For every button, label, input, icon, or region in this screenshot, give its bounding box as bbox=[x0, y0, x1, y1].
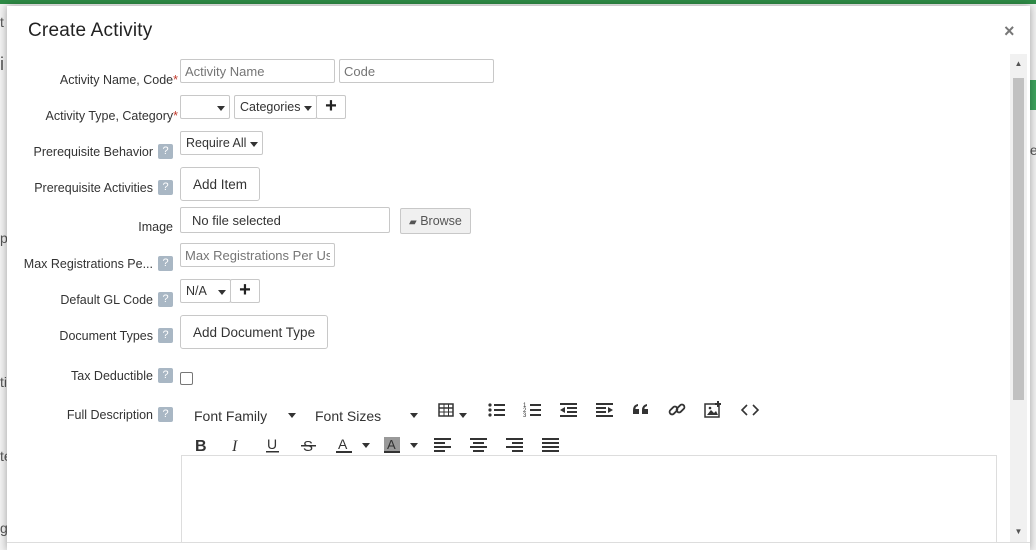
prereq-behavior-select[interactable]: Require All bbox=[180, 131, 263, 155]
gl-code-label: Default GL Code bbox=[60, 293, 153, 307]
chevron-down-icon bbox=[410, 413, 418, 418]
outdent-icon[interactable] bbox=[559, 400, 579, 420]
plus-icon: + bbox=[239, 279, 251, 301]
align-center-icon[interactable] bbox=[469, 435, 489, 455]
activity-type-select[interactable] bbox=[180, 95, 230, 119]
close-icon[interactable]: × bbox=[1004, 22, 1015, 40]
strikethrough-icon[interactable]: S bbox=[299, 435, 319, 455]
full-description-label: Full Description bbox=[66, 408, 153, 422]
help-icon[interactable]: ? bbox=[158, 407, 173, 422]
svg-text:B: B bbox=[195, 438, 207, 455]
browse-button[interactable]: ▰ Browse bbox=[400, 208, 471, 234]
image-icon[interactable] bbox=[703, 400, 723, 420]
scroll-down-icon[interactable]: ▼ bbox=[1010, 524, 1027, 540]
add-item-button[interactable]: Add Item bbox=[180, 167, 261, 201]
align-left-icon[interactable] bbox=[433, 435, 453, 455]
folder-open-icon: ▰ bbox=[409, 217, 417, 228]
highlight-color-icon[interactable]: A bbox=[383, 435, 403, 455]
italic-icon[interactable]: I bbox=[227, 435, 247, 455]
bold-icon[interactable]: B bbox=[191, 435, 211, 455]
activity-name-input[interactable] bbox=[180, 59, 335, 83]
svg-text:3: 3 bbox=[523, 413, 527, 419]
help-icon[interactable]: ? bbox=[158, 144, 173, 159]
link-icon[interactable] bbox=[667, 400, 687, 420]
app-top-bar bbox=[0, 0, 1036, 4]
document-types-label: Document Types bbox=[59, 329, 153, 343]
add-document-type-button[interactable]: Add Document Type bbox=[180, 315, 329, 349]
prereq-behavior-label: Prerequisite Behavior bbox=[33, 145, 153, 159]
numbered-list-icon[interactable]: 123 bbox=[523, 400, 543, 420]
tax-deductible-label: Tax Deductible bbox=[71, 369, 153, 383]
underline-icon[interactable]: U bbox=[263, 435, 283, 455]
scrollbar[interactable]: ▲ ▼ bbox=[1010, 54, 1027, 542]
scrollbar-thumb[interactable] bbox=[1013, 78, 1024, 400]
background-text: i bbox=[0, 54, 4, 74]
create-activity-modal: Create Activity × Activity Name, Code* A… bbox=[7, 6, 1030, 550]
svg-text:A: A bbox=[338, 436, 348, 452]
indent-icon[interactable] bbox=[595, 400, 615, 420]
max-registrations-input[interactable] bbox=[180, 243, 335, 267]
scroll-up-icon[interactable]: ▲ bbox=[1010, 56, 1027, 72]
background-text: ti bbox=[0, 374, 7, 390]
activity-name-label: Activity Name, Code* bbox=[59, 73, 178, 87]
align-right-icon[interactable] bbox=[505, 435, 525, 455]
chevron-down-icon bbox=[250, 142, 258, 147]
svg-text:I: I bbox=[231, 438, 238, 455]
chevron-down-icon bbox=[459, 413, 467, 418]
font-sizes-select[interactable]: Font Sizes bbox=[315, 408, 381, 424]
table-icon[interactable] bbox=[437, 400, 457, 420]
plus-icon: + bbox=[325, 95, 337, 117]
chevron-down-icon bbox=[217, 106, 225, 111]
max-registrations-label: Max Registrations Pe... bbox=[23, 257, 153, 271]
help-icon[interactable]: ? bbox=[158, 292, 173, 307]
image-label: Image bbox=[138, 220, 173, 234]
chevron-down-icon bbox=[288, 413, 296, 418]
justify-icon[interactable] bbox=[541, 435, 561, 455]
gl-code-select[interactable]: N/A bbox=[180, 279, 231, 303]
help-icon[interactable]: ? bbox=[158, 368, 173, 383]
modal-body: Activity Name, Code* Activity Type, Cate… bbox=[7, 54, 1010, 542]
svg-text:U: U bbox=[267, 436, 277, 452]
help-icon[interactable]: ? bbox=[158, 328, 173, 343]
chevron-down-icon bbox=[410, 443, 418, 448]
add-gl-code-button[interactable]: + bbox=[230, 279, 260, 303]
background-text: t bbox=[0, 14, 4, 30]
blockquote-icon[interactable] bbox=[631, 400, 651, 420]
description-editor[interactable] bbox=[181, 455, 997, 542]
modal-title: Create Activity bbox=[28, 20, 153, 41]
chevron-down-icon bbox=[304, 106, 312, 111]
code-icon[interactable] bbox=[740, 400, 760, 420]
svg-text:A: A bbox=[387, 437, 396, 452]
chevron-down-icon bbox=[362, 443, 370, 448]
help-icon[interactable]: ? bbox=[158, 256, 173, 271]
help-icon[interactable]: ? bbox=[158, 180, 173, 195]
file-input[interactable]: No file selected bbox=[180, 207, 390, 233]
bullet-list-icon[interactable] bbox=[487, 400, 507, 420]
chevron-down-icon bbox=[218, 290, 226, 295]
modal-footer-divider bbox=[7, 542, 1030, 543]
add-category-button[interactable]: + bbox=[316, 95, 346, 119]
tax-deductible-checkbox[interactable] bbox=[180, 372, 193, 385]
font-family-select[interactable]: Font Family bbox=[194, 408, 267, 424]
activity-type-label: Activity Type, Category* bbox=[45, 109, 178, 123]
category-select[interactable]: Categories bbox=[234, 95, 317, 119]
prereq-activities-label: Prerequisite Activities bbox=[34, 181, 153, 195]
activity-code-input[interactable] bbox=[339, 59, 494, 83]
text-color-icon[interactable]: A bbox=[335, 435, 355, 455]
